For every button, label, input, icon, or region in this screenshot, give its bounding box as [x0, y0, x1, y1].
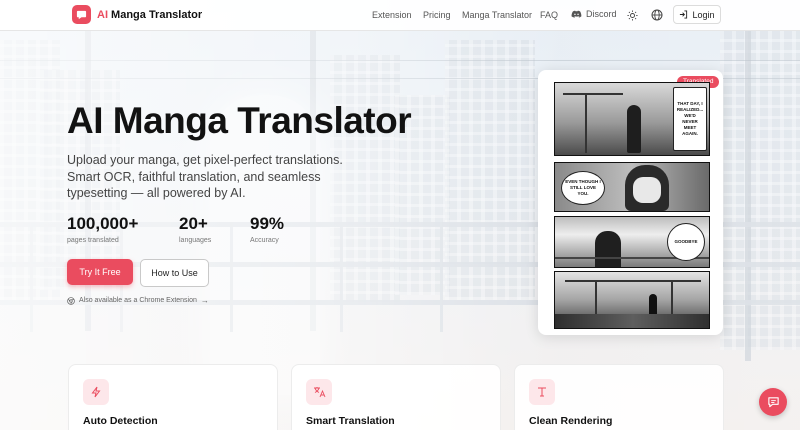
- extension-note-text: Also available as a Chrome Extension: [79, 297, 197, 304]
- login-icon: [680, 10, 688, 19]
- stat-pages: 100,000+ pages translated: [67, 214, 138, 244]
- translate-icon: [306, 379, 332, 405]
- feature-card-auto-detection: Auto Detection: [68, 364, 278, 430]
- hero-subtitle: Upload your manga, get pixel-perfect tra…: [67, 153, 343, 200]
- speech-bubble: THAT DAY, I REALIZED... WE'D NEVER MEET …: [673, 87, 707, 151]
- feature-title: Auto Detection: [83, 415, 158, 427]
- feature-title: Clean Rendering: [529, 415, 613, 427]
- stat-value: 20+: [179, 214, 208, 233]
- nav-link-pricing[interactable]: Pricing: [423, 10, 451, 20]
- stat-label: pages translated: [67, 237, 119, 244]
- stat-value: 99%: [250, 214, 285, 233]
- language-globe-icon[interactable]: [650, 8, 664, 22]
- discord-label: Discord: [586, 9, 617, 19]
- nav-link-extension[interactable]: Extension: [372, 10, 412, 20]
- chrome-extension-link[interactable]: Also available as a Chrome Extension →: [67, 296, 209, 305]
- nav-link-manga-translator[interactable]: Manga Translator: [462, 10, 532, 20]
- try-free-button[interactable]: Try It Free: [67, 259, 133, 285]
- page-title: AI Manga Translator: [67, 100, 412, 141]
- theme-toggle-sun-icon[interactable]: [625, 8, 639, 22]
- login-button[interactable]: Login: [673, 5, 721, 24]
- chat-icon: [767, 396, 779, 407]
- speech-bubble: EVEN THOUGH I STILL LOVE YOU.: [561, 171, 605, 205]
- login-label: Login: [692, 9, 715, 20]
- feature-card-clean-rendering: Clean Rendering: [514, 364, 724, 430]
- nav-link-discord[interactable]: Discord: [571, 9, 617, 19]
- feature-card-smart-translation: Smart Translation: [291, 364, 501, 430]
- manga-panel-1: THAT DAY, I REALIZED... WE'D NEVER MEET …: [554, 82, 710, 156]
- stat-value: 100,000+: [67, 214, 139, 233]
- manga-panel-2: EVEN THOUGH I STILL LOVE YOU.: [554, 162, 710, 212]
- text-icon: [529, 379, 555, 405]
- chrome-icon: [67, 296, 75, 305]
- how-to-use-button[interactable]: How to Use: [140, 259, 209, 287]
- stat-accuracy: 99% Accuracy: [250, 214, 284, 244]
- nav-link-faq[interactable]: FAQ: [540, 10, 558, 20]
- discord-icon: [571, 10, 582, 18]
- stat-label: languages: [179, 237, 212, 244]
- top-navbar: AI Manga Translator Extension Pricing Ma…: [0, 0, 800, 31]
- speech-bubble: GOODBYE: [667, 223, 705, 261]
- feature-title: Smart Translation: [306, 415, 395, 427]
- stat-label: Accuracy: [250, 237, 279, 244]
- arrow-right-icon: →: [200, 296, 209, 305]
- brand-ai: AI: [97, 9, 108, 21]
- brand-name[interactable]: AI Manga Translator: [97, 9, 202, 21]
- chat-support-button[interactable]: [759, 388, 787, 416]
- manga-panel-4: [554, 271, 710, 329]
- bolt-icon: [83, 379, 109, 405]
- stat-languages: 20+ languages: [179, 214, 211, 244]
- logo-icon[interactable]: [72, 5, 91, 24]
- brand-rest: Manga Translator: [108, 9, 203, 21]
- manga-panel-3: GOODBYE: [554, 216, 710, 268]
